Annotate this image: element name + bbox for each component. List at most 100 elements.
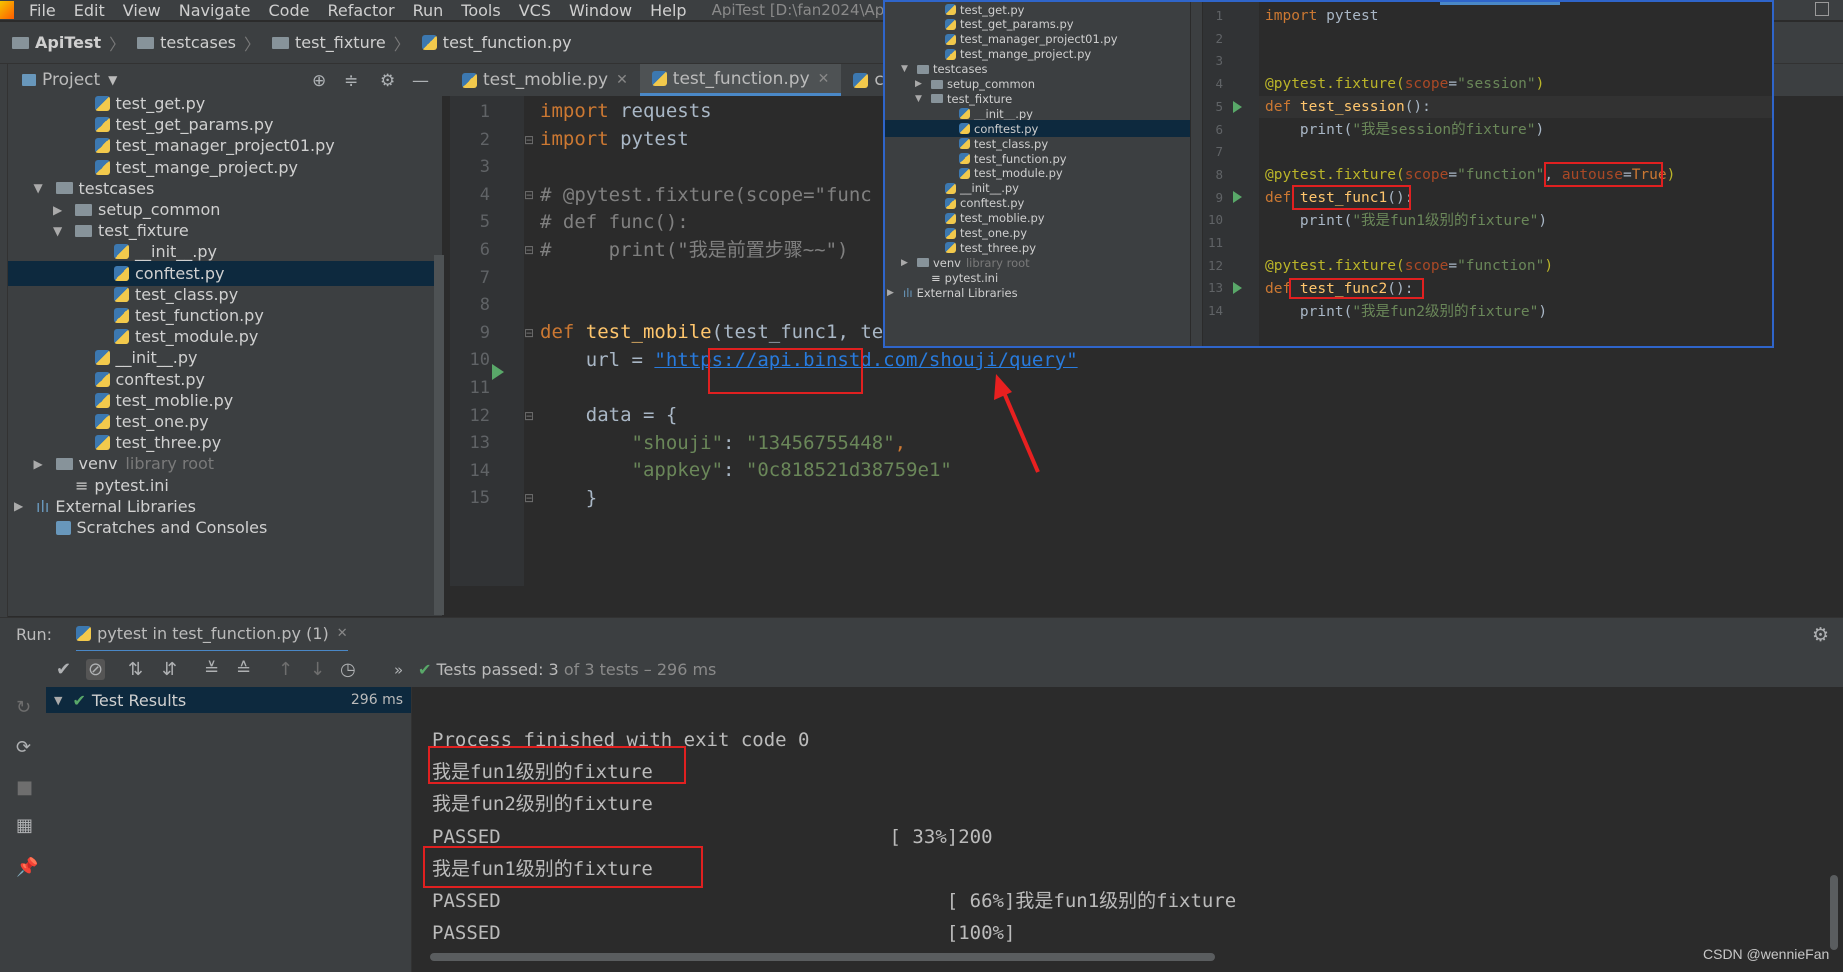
expand-all-icon[interactable]: ≚ [204,659,219,680]
line-number: 4 [1215,76,1223,92]
python-file-icon [945,242,956,254]
tree-item-label: conftest.py [115,369,206,389]
fold-marker-icon[interactable]: ⊟ [524,133,534,147]
tree-item-label: pytest.ini [94,475,169,495]
chevron-right-icon[interactable]: ▶ [34,457,48,471]
line-number: 14 [1207,303,1223,319]
menu-vcs[interactable]: VCS [510,1,560,20]
chevron-right-icon[interactable]: ▶ [53,203,67,217]
python-file-icon [853,72,869,88]
menu-view[interactable]: View [114,1,170,20]
fold-marker-icon[interactable]: ⊟ [524,491,534,505]
chevron-right-icon[interactable]: ▶ [887,288,899,298]
menu-navigate[interactable]: Navigate [170,1,260,20]
fold-marker-icon[interactable]: ⊟ [524,188,534,202]
run-test-icon[interactable] [492,364,504,380]
overlay-line-14: print("我是fun2级别的fixture") [1265,304,1548,320]
run-tab[interactable]: pytest in test_function.py (1) ✕ [76,618,348,652]
chevron-down-icon[interactable]: ▼ [34,181,48,195]
show-ignored-icon[interactable]: ⊘ [86,659,106,680]
chevron-down-icon[interactable]: ▼ [53,224,67,238]
test-results-root[interactable]: ▼ ✔ Test Results 296 ms [46,687,411,713]
menu-edit[interactable]: Edit [65,1,114,20]
hide-panel-icon[interactable]: — [412,71,429,91]
sort-alpha-icon[interactable]: ⇅ [128,659,143,680]
menu-tools[interactable]: Tools [452,1,509,20]
breadcrumb-testcases[interactable]: testcases [125,33,236,52]
chevron-right-icon[interactable]: ▶ [915,79,927,89]
stop-icon[interactable]: ■ [16,777,33,798]
library-icon: ılı [36,496,50,516]
toggle-auto-test-icon[interactable]: ⟳ [16,737,31,758]
menu-help[interactable]: Help [641,1,695,20]
console-vertical-scrollbar[interactable] [1830,875,1838,950]
menu-code[interactable]: Code [260,1,319,20]
chevron-right-icon[interactable]: ▶ [901,258,913,268]
line-number: 10 [1207,212,1223,228]
tree-item-label: test_mange_project.py [960,47,1092,62]
tree-item-label: conftest.py [135,263,225,283]
breadcrumb-separator: 〉 [244,34,261,54]
history-icon[interactable]: ◷ [340,659,356,680]
console-output[interactable]: Process finished with exit code 0 我是fun1… [412,687,1843,972]
tree-item-label: conftest.py [974,121,1039,136]
chevron-down-icon[interactable]: ▼ [901,64,913,74]
line-number: 2 [1215,30,1223,46]
menu-run[interactable]: Run [404,1,453,20]
chevron-down-icon[interactable]: ▼ [915,94,927,104]
breadcrumb-test-fixture[interactable]: test_fixture [260,33,386,52]
rerun-failed-icon[interactable]: ↻ [16,697,31,718]
close-icon[interactable]: ✕ [337,626,348,641]
tree-item-label: test_moblie.py [960,211,1045,226]
breadcrumb-file[interactable]: test_function.py [410,33,572,52]
arrow-down-icon[interactable]: ↓ [310,659,325,680]
tree-item-label: test_function.py [974,151,1067,166]
tree-item[interactable]: ▶ ılı External Libraries [885,284,1190,301]
tree-item-label: test_get.py [115,96,206,113]
more-icon[interactable]: » [394,661,403,679]
python-file-icon [94,350,110,366]
python-file-icon [959,153,970,164]
python-file-icon [76,626,92,641]
gear-icon[interactable]: ⚙ [1812,624,1829,646]
close-icon[interactable]: ✕ [616,72,628,88]
python-file-icon [945,48,956,60]
tab-test-moblie[interactable]: test_moblie.py ✕ [450,64,640,96]
sort-duration-icon[interactable]: ⇵ [162,659,177,680]
fold-marker-icon[interactable]: ⊟ [524,243,534,257]
project-panel-header: Project ▼ ⊕ ≑ ⚙ — [8,64,450,96]
chevron-down-icon[interactable]: ▼ [46,694,62,707]
breadcrumb-project[interactable]: ApiTest [0,33,101,52]
tree-item-label: test_one.py [115,412,209,431]
pin-icon[interactable]: 📌 [16,857,38,878]
gear-icon[interactable]: ⚙ [380,71,395,91]
chevron-down-icon[interactable]: ▼ [100,73,117,87]
menu-file[interactable]: File [20,1,65,20]
arrow-up-icon[interactable]: ↑ [278,659,293,680]
console-horizontal-scrollbar[interactable] [430,953,1215,961]
close-icon[interactable]: ✕ [818,71,830,87]
python-file-icon [959,123,970,135]
tab-test-function[interactable]: test_function.py ✕ [639,64,842,96]
collapse-all-icon[interactable]: ≙ [236,659,251,680]
menu-window[interactable]: Window [560,1,641,20]
fold-marker-icon[interactable]: ⊟ [524,409,534,423]
fold-marker-icon[interactable]: ⊟ [524,326,534,340]
python-file-icon [945,212,956,224]
tree-item-label: __init__.py [974,106,1033,121]
restore-window-icon[interactable] [1815,2,1829,16]
line-number: 3 [1215,53,1223,69]
python-file-icon [651,71,667,86]
line-number: 10 [469,350,490,371]
tree-item[interactable]: Scratches and Consoles [8,515,442,540]
show-passed-icon[interactable]: ✔ [56,659,71,680]
layout-icon[interactable]: ▦ [16,815,33,836]
highlight-box [708,348,863,394]
project-panel-title[interactable]: Project [42,70,100,90]
project-scrollbar[interactable] [434,255,444,615]
chevron-right-icon[interactable]: ▶ [14,499,28,513]
collapse-all-icon[interactable]: ≑ [344,71,358,91]
locate-file-icon[interactable]: ⊕ [312,71,326,91]
menu-refactor[interactable]: Refactor [318,1,403,20]
line-number: 6 [479,240,490,260]
